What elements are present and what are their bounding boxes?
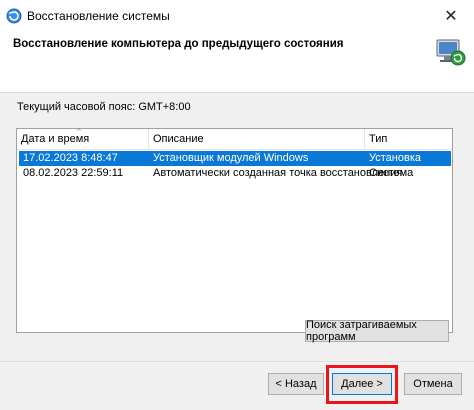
system-restore-icon [6, 8, 22, 24]
next-button[interactable]: Далее > [332, 373, 392, 395]
column-header-date[interactable]: Дата и время ^ [17, 127, 149, 149]
row-type: Система [369, 167, 414, 179]
wizard-header: Восстановление компьютера до предыдущего… [0, 32, 474, 93]
wizard-footer [0, 361, 474, 410]
row-date: 08.02.2023 22:59:11 [23, 167, 124, 179]
row-description: Установщик модулей Windows [153, 152, 309, 164]
table-row[interactable]: 17.02.2023 8:48:47 Установщик модулей Wi… [19, 151, 451, 166]
title-bar: Восстановление системы ✕ [0, 0, 474, 32]
cancel-button[interactable]: Отмена [404, 373, 462, 395]
close-button[interactable]: ✕ [428, 0, 474, 32]
scan-affected-programs-button[interactable]: Поиск затрагиваемых программ [305, 319, 449, 343]
row-date: 17.02.2023 8:48:47 [23, 152, 118, 164]
page-title: Восстановление компьютера до предыдущего… [13, 38, 344, 50]
close-icon: ✕ [444, 8, 458, 25]
row-type: Установка [369, 152, 421, 164]
back-button[interactable]: < Назад [268, 373, 324, 395]
timezone-label: Текущий часовой пояс: GMT+8:00 [17, 101, 191, 113]
window-title: Восстановление системы [27, 9, 170, 23]
restore-monitor-icon [436, 39, 466, 66]
column-header-type[interactable]: Тип [365, 129, 452, 149]
wizard-content: Текущий часовой пояс: GMT+8:00 Дата и вр… [0, 93, 474, 361]
restore-points-table[interactable]: Дата и время ^ Описание Тип 17.02.2023 8… [16, 128, 453, 333]
row-description: Автоматически созданная точка восстановл… [153, 167, 403, 179]
sort-ascending-icon: ^ [77, 127, 81, 136]
column-header-description[interactable]: Описание [149, 129, 365, 149]
table-header: Дата и время ^ Описание Тип [17, 127, 452, 150]
table-row[interactable]: 08.02.2023 22:59:11 Автоматически создан… [19, 166, 451, 181]
